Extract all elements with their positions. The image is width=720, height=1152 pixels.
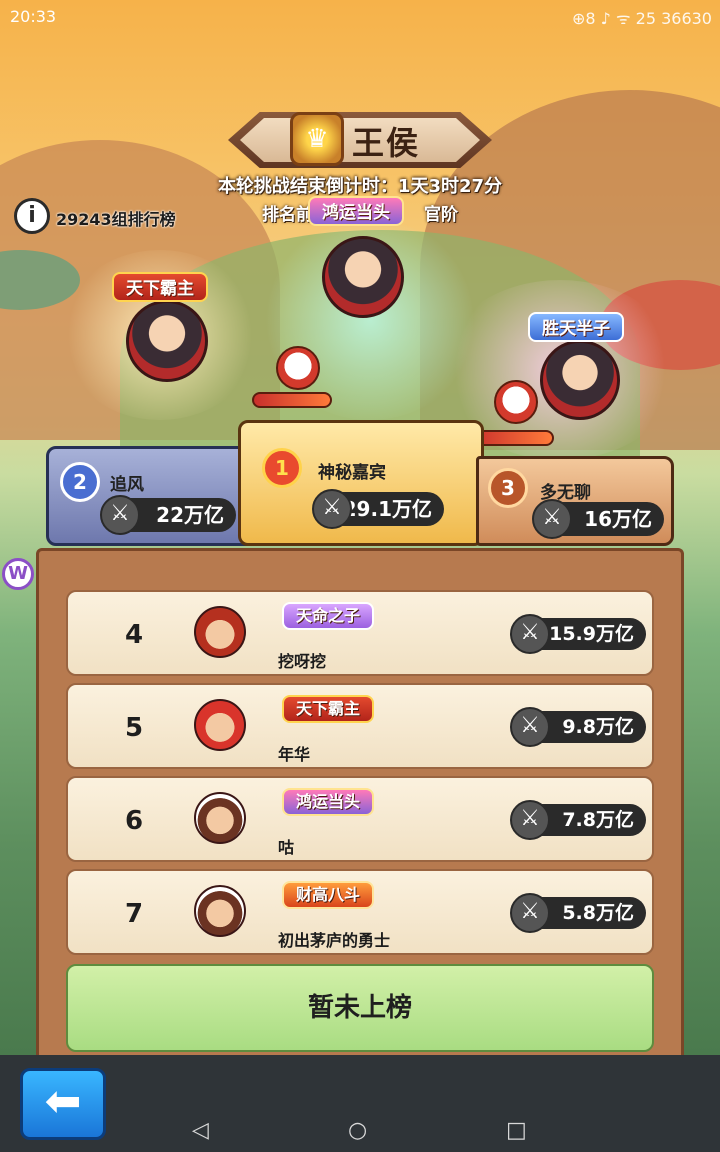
reward-text-right: 官阶 [424, 205, 458, 225]
podium-name-rank1: 神秘嘉宾 [318, 463, 386, 483]
nav-home-icon[interactable]: ○ [348, 1118, 367, 1143]
sword-icon: ⚔ [510, 614, 550, 654]
avatar [194, 606, 246, 658]
avatar [194, 792, 246, 844]
podium-name-rank2: 追风 [110, 475, 144, 495]
player-name: 咕 [278, 838, 295, 857]
sword-icon: ⚔ [510, 707, 550, 747]
ranking-row[interactable]: 4 天命之子 挖呀挖 15.9万亿 ⚔ [66, 590, 654, 676]
ranking-row[interactable]: 7 财高八斗 初出茅庐的勇士 5.8万亿 ⚔ [66, 869, 654, 955]
sword-icon: ⚔ [510, 893, 550, 933]
row-rank: 7 [124, 899, 144, 929]
pet-rank3 [494, 380, 538, 424]
ranking-row[interactable]: 5 天下霸主 年华 9.8万亿 ⚔ [66, 683, 654, 769]
rocket-rank1 [252, 392, 332, 408]
countdown-text: 本轮挑战结束倒计时：1天3时27分 [217, 176, 503, 197]
player-name: 挖呀挖 [278, 652, 327, 671]
status-indicators: ⊕8 ♪ ᯤ 25 36630 [571, 9, 712, 28]
status-bar: 20:33 ⊕8 ♪ ᯤ 25 36630 [0, 0, 720, 34]
pet-rank1 [276, 346, 320, 390]
status-time: 20:33 [10, 7, 57, 26]
page-title: 王侯 [352, 124, 421, 162]
title-badge: 鸿运当头 [282, 788, 375, 816]
hero-rank3[interactable] [540, 340, 620, 420]
row-rank: 5 [124, 713, 144, 743]
title-badge-rank2: 天下霸主 [112, 272, 208, 302]
rank-medal-1: 1 [262, 448, 302, 488]
player-name: 年华 [278, 745, 311, 764]
title-badge: 天下霸主 [282, 695, 375, 723]
rank-medal-2: 2 [60, 462, 100, 502]
my-rank-status[interactable]: 暂未上榜 [66, 964, 654, 1052]
info-icon[interactable]: i [14, 198, 50, 234]
ranking-row[interactable]: 6 鸿运当头 咕 7.8万亿 ⚔ [66, 776, 654, 862]
reward-text-left: 排名前 [262, 205, 313, 225]
avatar [194, 699, 246, 751]
sword-icon: ⚔ [312, 489, 352, 529]
title-badge-rank3: 胜天半子 [528, 312, 624, 342]
crown-emblem-icon: ♛ [290, 112, 344, 166]
nav-back-icon[interactable]: ◁ [192, 1118, 209, 1143]
title-badge: 天命之子 [282, 602, 375, 630]
hero-rank2[interactable] [126, 300, 208, 382]
sword-icon: ⚔ [532, 499, 572, 539]
title-badge: 财高八斗 [282, 881, 375, 909]
row-rank: 4 [124, 620, 144, 650]
group-ranking-label: 29243组排行榜 [56, 210, 176, 229]
sword-icon: ⚔ [510, 800, 550, 840]
sword-icon: ⚔ [100, 495, 140, 535]
rank-medal-3: 3 [488, 468, 528, 508]
nav-recents-icon[interactable]: □ [506, 1118, 527, 1143]
back-arrow-icon[interactable]: ⬅ [20, 1068, 106, 1140]
avatar [194, 885, 246, 937]
title-badge-rank1: 鸿运当头 [308, 196, 404, 226]
row-rank: 6 [124, 806, 144, 836]
side-w-button[interactable]: W [2, 558, 34, 590]
player-name: 初出茅庐的勇士 [278, 931, 391, 950]
hero-rank1[interactable] [322, 236, 404, 318]
